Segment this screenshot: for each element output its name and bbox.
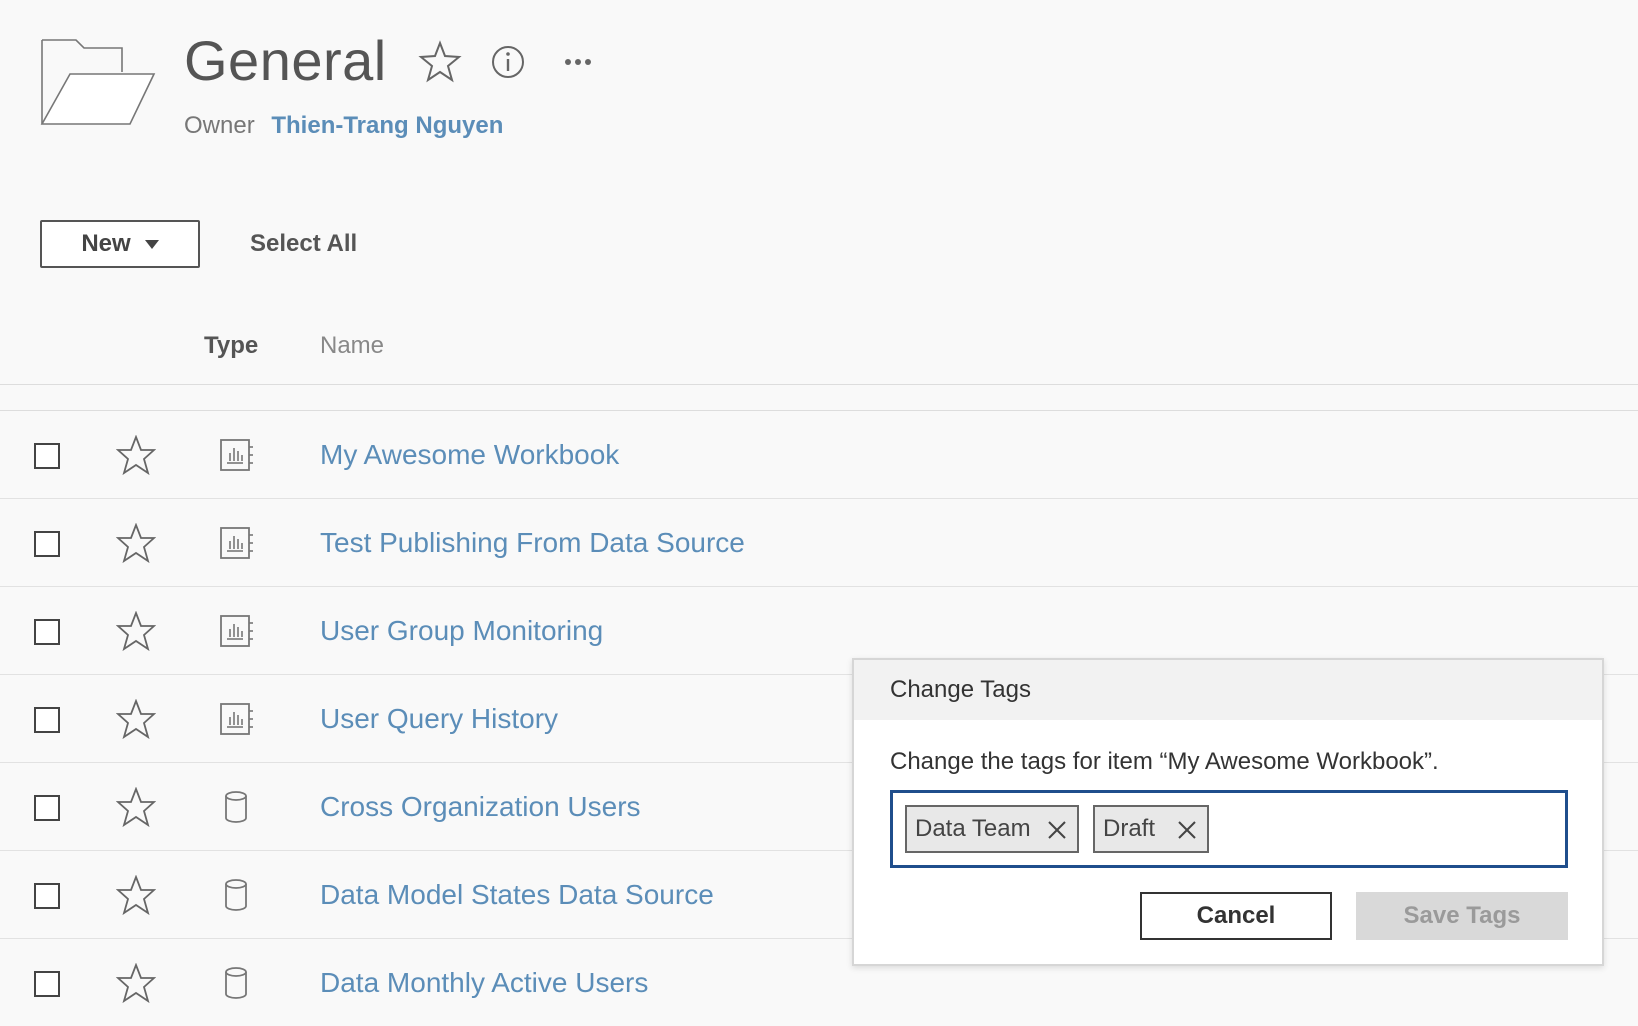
folder-icon (40, 39, 156, 125)
star-icon[interactable] (116, 787, 156, 827)
workbook-icon (220, 703, 253, 735)
datasource-icon (225, 967, 247, 999)
star-icon[interactable] (116, 523, 156, 563)
select-all-link[interactable]: Select All (250, 230, 357, 258)
caret-down-icon (144, 239, 159, 249)
star-icon[interactable] (116, 875, 156, 915)
row-checkbox[interactable] (34, 619, 60, 645)
column-header-type[interactable]: Type (204, 332, 258, 360)
item-name-link[interactable]: Cross Organization Users (320, 791, 641, 823)
info-icon[interactable] (486, 40, 530, 84)
change-tags-dialog: Change Tags Change the tags for item “My… (852, 658, 1604, 966)
item-name-link[interactable]: User Group Monitoring (320, 615, 603, 647)
new-button[interactable]: New (40, 220, 200, 268)
datasource-icon (225, 879, 247, 911)
close-icon[interactable] (1047, 820, 1067, 840)
owner-row: Owner Thien-Trang Nguyen (184, 112, 503, 140)
tag-label: Draft (1103, 815, 1156, 842)
item-name-link[interactable]: Data Model States Data Source (320, 879, 714, 911)
row-checkbox[interactable] (34, 971, 60, 997)
star-icon[interactable] (116, 611, 156, 651)
star-icon[interactable] (116, 435, 156, 475)
row-checkbox[interactable] (34, 443, 60, 469)
workbook-icon (220, 615, 253, 647)
table-row[interactable]: Test Publishing From Data Source (0, 499, 1638, 587)
tag-label: Data Team (915, 815, 1031, 842)
row-checkbox[interactable] (34, 531, 60, 557)
tag-chip: Draft (1093, 805, 1209, 853)
dialog-message: Change the tags for item “My Awesome Wor… (890, 748, 1439, 775)
row-checkbox[interactable] (34, 795, 60, 821)
new-button-label: New (81, 230, 131, 257)
row-checkbox[interactable] (34, 883, 60, 909)
datasource-icon (225, 791, 247, 823)
table-row[interactable]: My Awesome Workbook (0, 411, 1638, 499)
owner-link[interactable]: Thien-Trang Nguyen (271, 112, 503, 139)
dialog-title-text: Change Tags (890, 676, 1031, 703)
save-tags-button[interactable]: Save Tags (1356, 892, 1568, 940)
dialog-title: Change Tags (854, 660, 1602, 720)
page-header: General Owner Thien-Trang Nguyen (0, 0, 1638, 200)
close-icon[interactable] (1177, 820, 1197, 840)
header-divider (0, 384, 1638, 385)
column-header-name[interactable]: Name (320, 332, 384, 360)
item-name-link[interactable]: Test Publishing From Data Source (320, 527, 745, 559)
owner-label: Owner (184, 112, 255, 139)
row-checkbox[interactable] (34, 707, 60, 733)
item-name-link[interactable]: Data Monthly Active Users (320, 967, 648, 999)
more-icon[interactable] (556, 40, 600, 84)
item-name-link[interactable]: My Awesome Workbook (320, 439, 619, 471)
tag-chip: Data Team (905, 805, 1079, 853)
cancel-button[interactable]: Cancel (1140, 892, 1332, 940)
star-icon[interactable] (418, 40, 462, 84)
page-title: General (184, 29, 387, 92)
workbook-icon (220, 439, 253, 471)
star-icon[interactable] (116, 963, 156, 1003)
star-icon[interactable] (116, 699, 156, 739)
item-name-link[interactable]: User Query History (320, 703, 558, 735)
tags-input[interactable]: Data Team Draft (890, 790, 1568, 868)
workbook-icon (220, 527, 253, 559)
